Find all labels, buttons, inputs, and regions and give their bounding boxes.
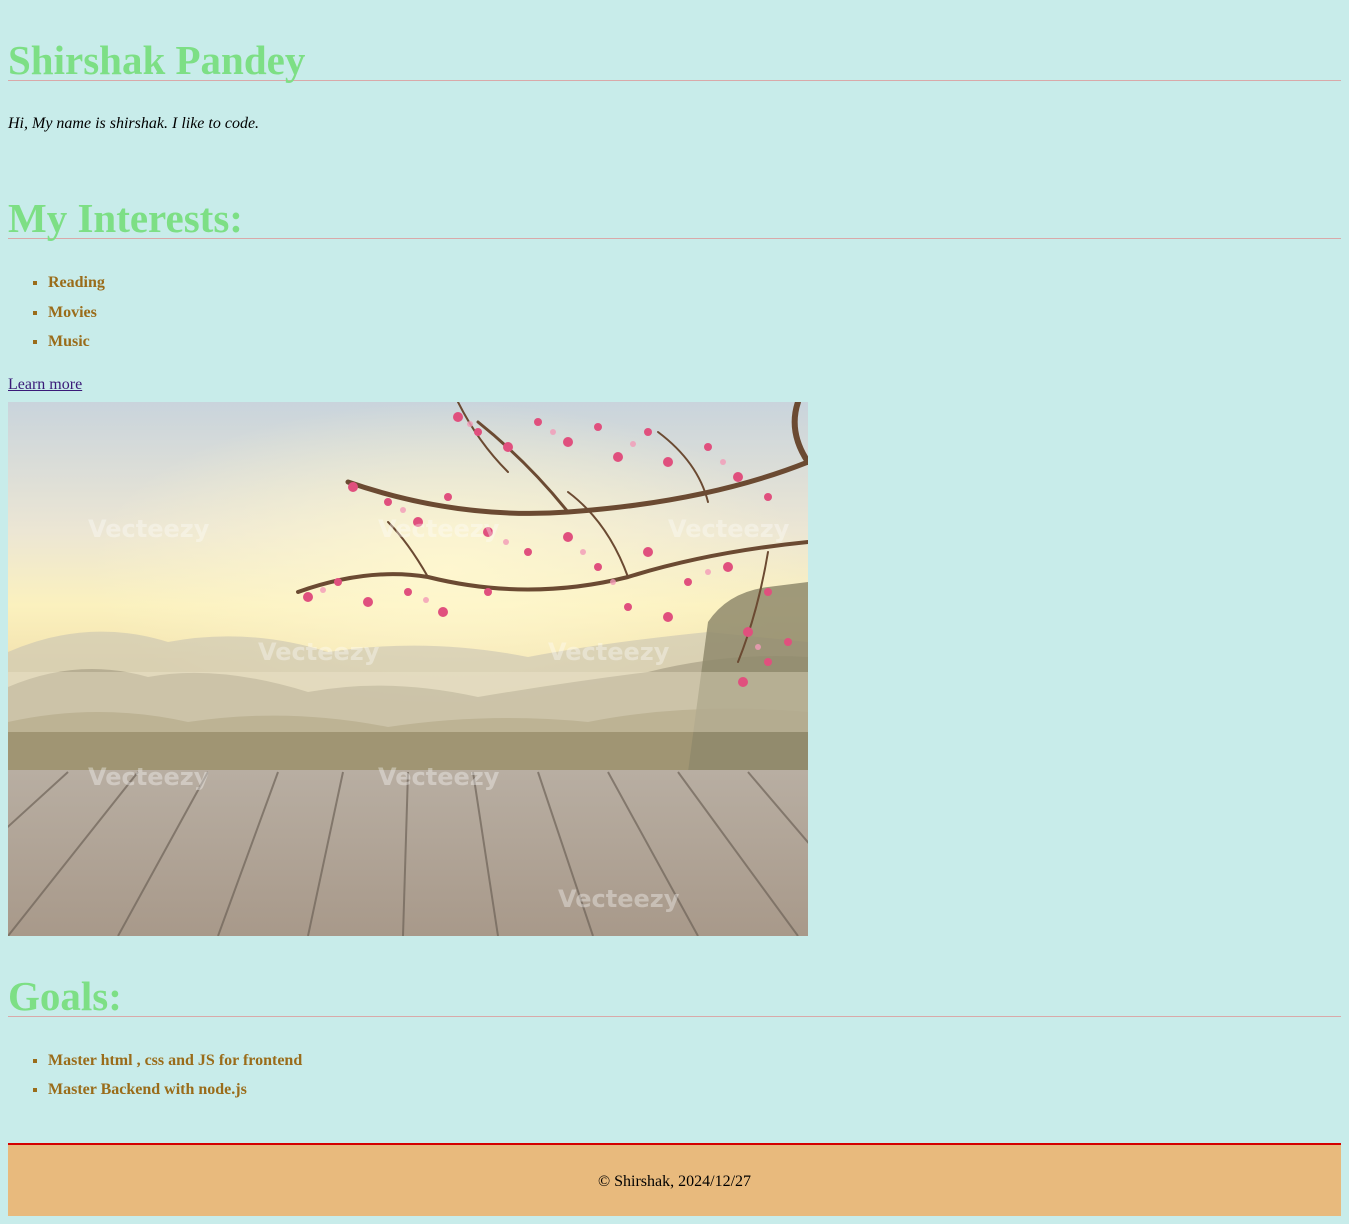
watermark-text: Vecteezy xyxy=(88,515,210,543)
list-item: Reading xyxy=(48,273,1341,292)
page-title: Shirshak Pandey xyxy=(8,37,306,83)
watermark-text: Vecteezy xyxy=(378,763,500,791)
landscape-image: Vecteezy Vecteezy Vecteezy Vecteezy Vect… xyxy=(8,401,808,936)
goals-list: Master html , css and JS for frontend Ma… xyxy=(8,1051,1341,1100)
watermark-text: Vecteezy xyxy=(258,638,380,666)
watermark-text: Vecteezy xyxy=(558,885,680,913)
list-item: Movies xyxy=(48,303,1341,322)
watermark-text: Vecteezy xyxy=(88,763,210,791)
list-item: Master html , css and JS for frontend xyxy=(48,1051,1341,1070)
interests-list: Reading Movies Music xyxy=(8,273,1341,351)
watermark-text: Vecteezy xyxy=(668,515,790,543)
interests-heading: My Interests: xyxy=(8,195,243,241)
list-item: Master Backend with node.js xyxy=(48,1080,1341,1099)
watermark-text: Vecteezy xyxy=(548,638,670,666)
copyright-text: © Shirshak, 2024/12/27 xyxy=(597,1173,752,1190)
site-footer: © Shirshak, 2024/12/27 xyxy=(8,1143,1341,1216)
goals-heading: Goals: xyxy=(8,972,122,1019)
intro-text: Hi, My name is shirshak. I like to code. xyxy=(8,115,260,132)
page: Shirshak Pandey Hi, My name is shirshak.… xyxy=(0,0,1349,1099)
landscape-illustration: Vecteezy Vecteezy Vecteezy Vecteezy Vect… xyxy=(8,401,808,936)
learn-more-link[interactable]: Learn more xyxy=(8,376,82,393)
list-item: Music xyxy=(48,332,1341,351)
watermark-text: Vecteezy xyxy=(378,515,500,543)
